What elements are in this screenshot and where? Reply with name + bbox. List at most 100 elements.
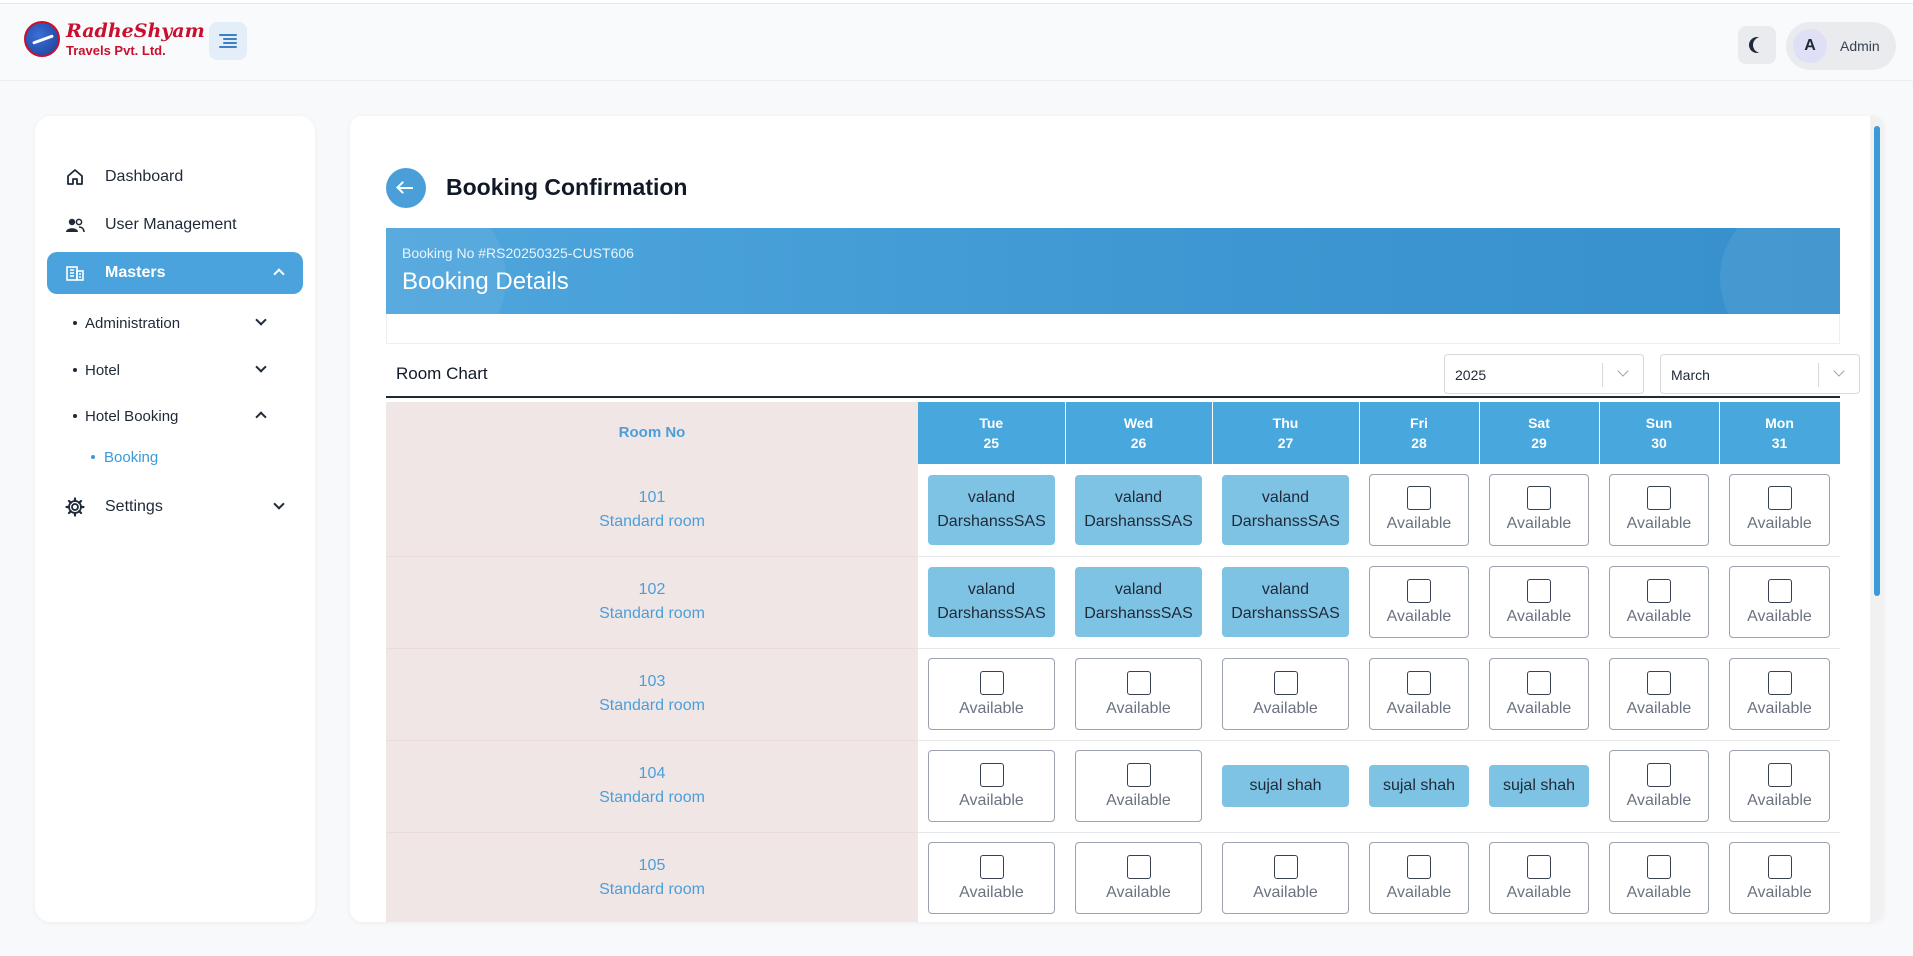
room-type: Standard room [599, 881, 705, 898]
booking-block[interactable]: valand DarshanssSAS [928, 474, 1055, 545]
back-button[interactable] [386, 168, 426, 208]
month-select[interactable]: March [1660, 354, 1860, 394]
slot-checkbox[interactable] [1273, 670, 1298, 695]
slot-checkbox[interactable] [1647, 762, 1671, 787]
available-slot[interactable]: Available [1729, 473, 1830, 546]
available-slot[interactable]: Available [1369, 473, 1469, 546]
booking-block[interactable]: sujal shah [1222, 765, 1349, 807]
scrollbar[interactable] [1870, 116, 1884, 922]
user-name: Admin [1840, 38, 1880, 54]
sidebar-item-hotel[interactable]: Hotel [73, 355, 293, 385]
slot-checkbox[interactable] [1407, 854, 1431, 879]
slot-checkbox[interactable] [979, 854, 1004, 879]
sidebar-item-user-management[interactable]: User Management [47, 204, 303, 246]
slot-checkbox[interactable] [979, 670, 1004, 695]
booking-block[interactable]: valand DarshanssSAS [1075, 567, 1202, 637]
available-slot[interactable]: Available [1489, 566, 1589, 638]
booking-block[interactable]: valand DarshanssSAS [928, 567, 1055, 637]
slot-checkbox[interactable] [1647, 670, 1671, 695]
slot-checkbox[interactable] [1647, 854, 1671, 879]
booking-block[interactable]: sujal shah [1369, 765, 1469, 807]
user-menu[interactable]: A Admin [1786, 22, 1896, 70]
users-icon [63, 217, 87, 233]
available-slot[interactable]: Available [1489, 842, 1589, 914]
available-slot[interactable]: Available [928, 842, 1055, 914]
slot-checkbox[interactable] [1647, 578, 1671, 603]
slot-checkbox[interactable] [1126, 854, 1151, 879]
available-slot[interactable]: Available [1075, 842, 1202, 914]
slot-checkbox[interactable] [1527, 486, 1551, 511]
day-cell: valand DarshanssSAS [1065, 556, 1212, 649]
available-slot[interactable]: Available [1075, 658, 1202, 730]
available-slot[interactable]: Available [1609, 842, 1709, 914]
month-value: March [1671, 367, 1710, 383]
slot-checkbox[interactable] [1527, 854, 1551, 879]
gear-icon [63, 497, 87, 517]
main-panel: Booking Confirmation Booking No #RS20250… [350, 116, 1884, 922]
slot-checkbox[interactable] [1647, 486, 1671, 511]
slot-checkbox[interactable] [1126, 670, 1151, 695]
available-slot[interactable]: Available [1075, 750, 1202, 822]
room-number: 101 [638, 488, 666, 506]
available-slot[interactable]: Available [928, 658, 1055, 730]
available-slot[interactable]: Available [1489, 473, 1589, 546]
available-slot[interactable]: Available [1222, 842, 1349, 914]
logo[interactable]: RadheShyam Travels Pvt. Ltd. [24, 21, 205, 57]
slot-checkbox[interactable] [1767, 762, 1792, 787]
slot-checkbox[interactable] [1407, 578, 1431, 603]
available-slot[interactable]: Available [928, 750, 1055, 822]
day-date: 27 [1277, 435, 1294, 451]
theme-toggle-button[interactable] [1738, 26, 1776, 64]
available-slot[interactable]: Available [1729, 842, 1830, 914]
table-header-row: Room No Tue 25 Wed 26 Thu 27 Fri 28 Sat 29 Sun 30 Mo… [386, 402, 1841, 464]
room-type: Standard room [599, 605, 705, 622]
day-of-week: Sun [1645, 415, 1673, 431]
slot-checkbox[interactable] [1527, 670, 1551, 695]
day-cell: valand DarshanssSAS [1065, 464, 1212, 557]
sidebar-item-dashboard[interactable]: Dashboard [47, 156, 303, 198]
booking-block[interactable]: sujal shah [1489, 765, 1589, 807]
day-of-week: Mon [1765, 415, 1794, 431]
available-label: Available [1506, 699, 1572, 717]
slot-checkbox[interactable] [1767, 854, 1792, 879]
slot-checkbox[interactable] [1767, 486, 1792, 511]
available-slot[interactable]: Available [1609, 750, 1709, 822]
room-cell: 101 Standard room [386, 464, 918, 557]
available-slot[interactable]: Available [1489, 658, 1589, 730]
slot-checkbox[interactable] [1767, 578, 1792, 603]
slot-checkbox[interactable] [1407, 486, 1431, 511]
available-slot[interactable]: Available [1369, 658, 1469, 730]
slot-checkbox[interactable] [1273, 854, 1298, 879]
slot-checkbox[interactable] [1767, 670, 1792, 695]
available-slot[interactable]: Available [1609, 658, 1709, 730]
available-label: Available [1506, 607, 1572, 625]
slot-checkbox[interactable] [979, 762, 1004, 787]
slot-checkbox[interactable] [1126, 762, 1151, 787]
banner-footer [386, 314, 1840, 344]
available-slot[interactable]: Available [1369, 842, 1469, 914]
sidebar-item-administration[interactable]: Administration [73, 308, 293, 338]
sidebar-item-hotel-booking[interactable]: Hotel Booking [73, 401, 293, 431]
menu-toggle-button[interactable] [209, 22, 247, 60]
chevron-up-icon [255, 411, 267, 423]
slot-checkbox[interactable] [1527, 578, 1551, 603]
sidebar-item-settings[interactable]: Settings [47, 486, 303, 528]
booking-block[interactable]: valand DarshanssSAS [1075, 474, 1202, 545]
room-chart-table: Room No Tue 25 Wed 26 Thu 27 Fri 28 Sat 29 Sun 30 Mo… [386, 402, 1841, 922]
year-select[interactable]: 2025 [1444, 354, 1644, 394]
booking-block[interactable]: valand DarshanssSAS [1222, 474, 1349, 545]
available-slot[interactable]: Available [1729, 750, 1830, 822]
available-slot[interactable]: Available [1609, 566, 1709, 638]
available-slot[interactable]: Available [1609, 473, 1709, 546]
scrollbar-thumb[interactable] [1874, 126, 1880, 596]
slot-checkbox[interactable] [1407, 670, 1431, 695]
available-slot[interactable]: Available [1729, 566, 1830, 638]
available-slot[interactable]: Available [1369, 566, 1469, 638]
sidebar-item-masters[interactable]: Masters [47, 252, 303, 294]
available-slot[interactable]: Available [1729, 658, 1830, 730]
sidebar-item-booking[interactable]: Booking [91, 442, 311, 472]
room-type: Standard room [599, 789, 705, 806]
booking-block[interactable]: valand DarshanssSAS [1222, 567, 1349, 637]
available-slot[interactable]: Available [1222, 658, 1349, 730]
column-header-day: Fri 28 [1359, 402, 1480, 464]
